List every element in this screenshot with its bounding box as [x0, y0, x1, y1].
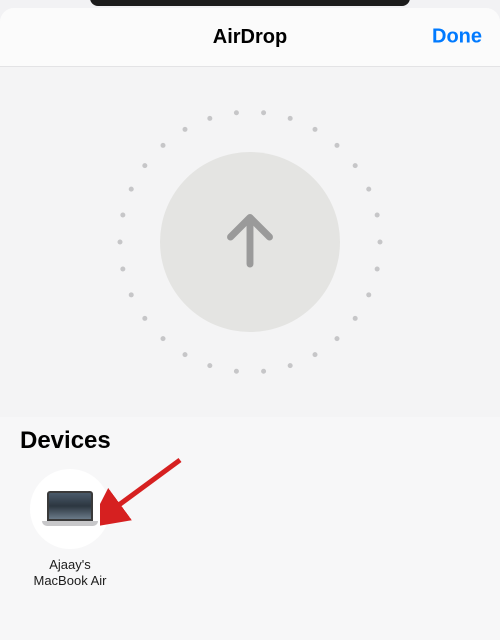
radar-circle	[115, 107, 385, 377]
device-avatar	[30, 469, 110, 549]
done-button[interactable]: Done	[432, 26, 482, 49]
device-label: Ajaay's MacBook Air	[34, 557, 107, 590]
devices-section: Devices Ajaay's MacBook Air	[0, 417, 500, 590]
airdrop-sheet: AirDrop Done Devices	[0, 8, 500, 640]
header-title: AirDrop	[213, 26, 287, 49]
radar-dot-ring	[115, 107, 385, 377]
device-item[interactable]: Ajaay's MacBook Air	[20, 469, 120, 590]
laptop-icon	[44, 491, 96, 527]
sheet-header: AirDrop Done	[0, 8, 500, 67]
sheet-behind-peek	[90, 0, 410, 6]
airdrop-radar-area	[0, 67, 500, 417]
devices-heading: Devices	[20, 427, 480, 455]
